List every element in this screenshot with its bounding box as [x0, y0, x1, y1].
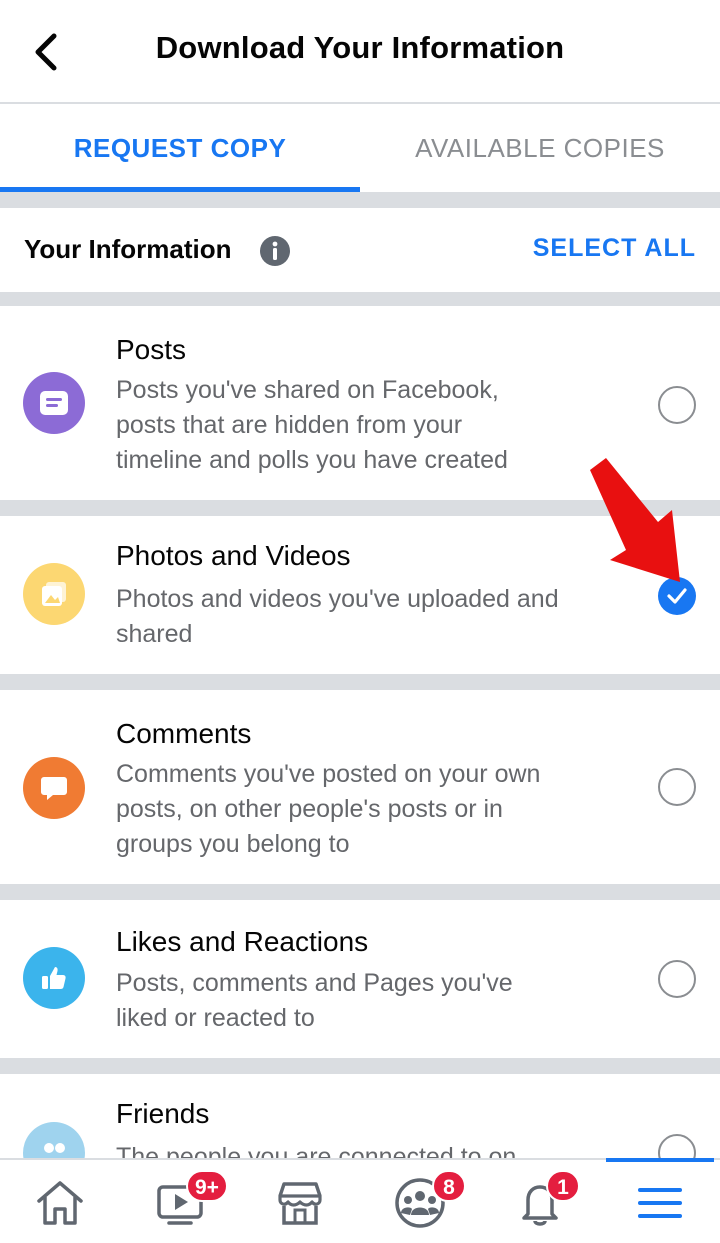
section-label: Your Information — [24, 234, 232, 264]
item-title: Comments — [116, 718, 252, 749]
posts-checkbox[interactable] — [658, 386, 696, 424]
tab-available-copies[interactable]: AVAILABLE COPIES — [360, 104, 720, 192]
list-item-likes-and-reactions[interactable]: Likes and Reactions Posts, comments and … — [0, 900, 720, 1058]
item-description: Posts, comments and Pages you've liked o… — [116, 969, 513, 1032]
nav-marketplace[interactable] — [240, 1160, 360, 1243]
section-divider — [0, 192, 720, 208]
home-icon — [37, 1180, 83, 1225]
item-description: Posts you've shared on Facebook, posts t… — [116, 376, 508, 474]
item-title: Photos and Videos — [116, 540, 351, 571]
item-title: Friends — [116, 1098, 210, 1129]
page-title: Download Your Information — [155, 30, 565, 65]
top-bar: Download Your Information — [0, 0, 720, 104]
your-information-header: Your Information SELECT ALL — [0, 208, 720, 292]
nav-notifications[interactable]: 1 — [480, 1160, 600, 1243]
section-divider — [0, 884, 720, 900]
list-item-friends[interactable]: Friends The people you are connected to … — [0, 1074, 720, 1164]
section-divider — [0, 1058, 720, 1074]
nav-home[interactable] — [0, 1160, 120, 1243]
select-all-button[interactable]: SELECT ALL — [533, 234, 696, 263]
post-icon — [23, 372, 85, 434]
tab-bar: REQUEST COPY AVAILABLE COPIES — [0, 104, 720, 192]
item-title: Posts — [116, 334, 187, 365]
info-icon[interactable] — [259, 235, 291, 267]
list-item-comments[interactable]: Comments Comments you've posted on your … — [0, 690, 720, 884]
annotation-arrow-icon — [590, 458, 680, 582]
section-divider — [0, 674, 720, 690]
item-description: Photos and videos you've uploaded and sh… — [116, 585, 559, 648]
section-divider — [0, 292, 720, 306]
comments-checkbox[interactable] — [658, 768, 696, 806]
photos-icon — [23, 563, 85, 625]
item-title: Likes and Reactions — [116, 926, 369, 957]
watch-badge: 9+ — [186, 1170, 228, 1202]
groups-badge: 8 — [432, 1170, 466, 1202]
marketplace-icon — [278, 1181, 322, 1225]
nav-watch[interactable]: 9+ — [120, 1160, 240, 1243]
nav-menu[interactable] — [600, 1160, 720, 1243]
nav-groups[interactable]: 8 — [360, 1160, 480, 1243]
notifications-badge: 1 — [546, 1170, 580, 1202]
comment-icon — [23, 757, 85, 819]
menu-icon — [638, 1187, 682, 1218]
thumbs-up-icon — [23, 947, 85, 1009]
tab-request-copy[interactable]: REQUEST COPY — [0, 104, 360, 192]
bottom-navigation: 9+ 8 1 — [0, 1158, 720, 1243]
item-description: Comments you've posted on your own posts… — [116, 760, 541, 858]
likes-and-reactions-checkbox[interactable] — [658, 960, 696, 998]
